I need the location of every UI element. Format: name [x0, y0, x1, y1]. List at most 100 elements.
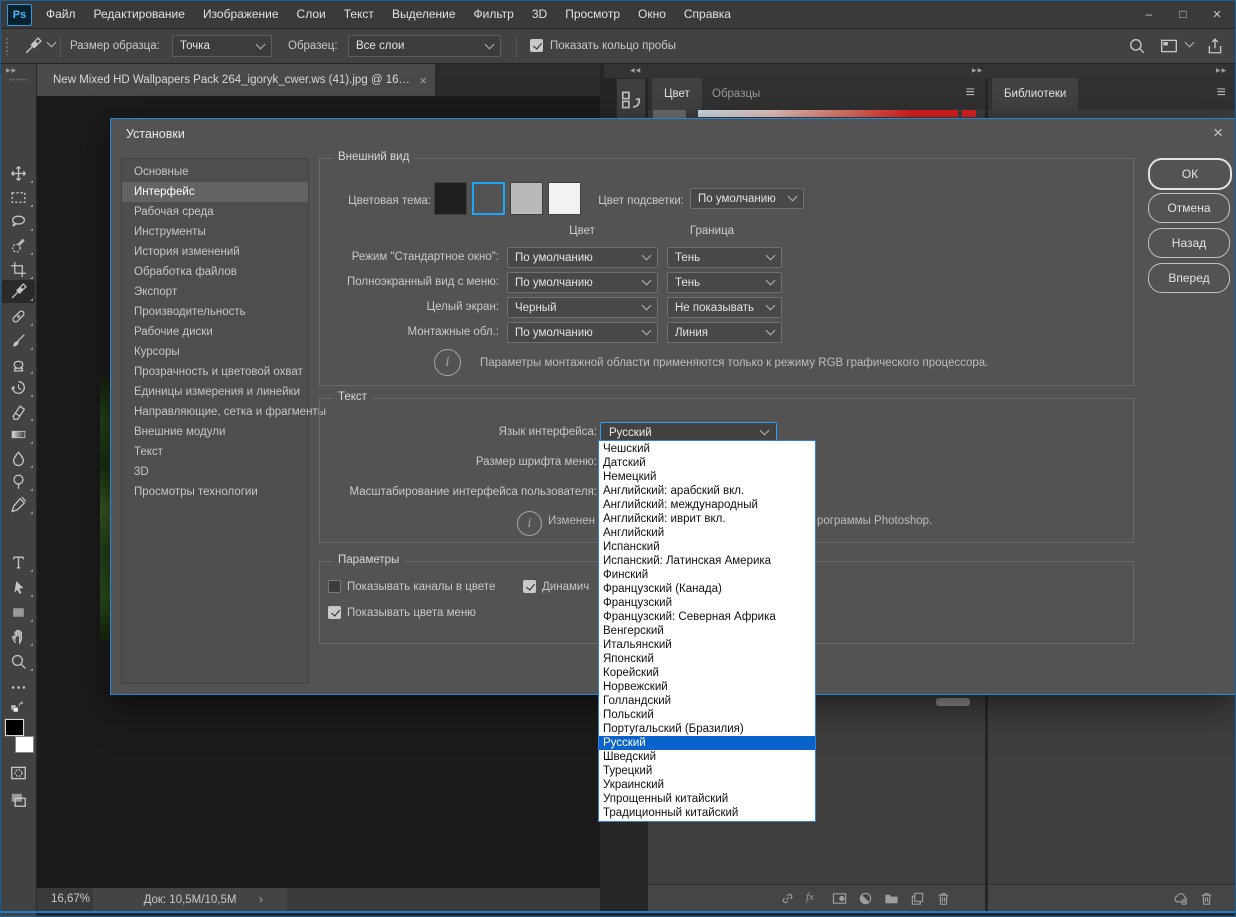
eraser-tool[interactable] — [2, 400, 35, 423]
language-option[interactable]: Традиционный китайский — [599, 806, 815, 820]
prefs-section-item[interactable]: Рабочая среда — [122, 202, 308, 222]
tab-color[interactable]: Цвет — [652, 78, 702, 110]
language-option[interactable]: Украинский — [599, 778, 815, 792]
folder-icon[interactable] — [884, 891, 899, 906]
language-option[interactable]: Польский — [599, 708, 815, 722]
lasso-tool[interactable] — [2, 210, 35, 233]
language-option[interactable]: Французский: Северная Африка — [599, 610, 815, 624]
fx-icon[interactable]: fx — [806, 891, 821, 906]
workspace-icon[interactable] — [1160, 37, 1178, 55]
prefs-section-item[interactable]: Прозрачность и цветовой охват — [122, 362, 308, 382]
quick-selection-tool[interactable] — [2, 234, 35, 257]
language-option[interactable]: Финский — [599, 568, 815, 582]
language-option[interactable]: Немецкий — [599, 470, 815, 484]
swap-colors-icon[interactable] — [6, 700, 28, 714]
sample-select[interactable]: Все слои — [348, 35, 501, 57]
chevron-down-icon[interactable] — [1185, 38, 1195, 48]
spot-healing-tool[interactable] — [2, 305, 35, 328]
language-option[interactable]: Упрощенный китайский — [599, 792, 815, 806]
zoom-tool[interactable] — [2, 650, 35, 673]
color-theme-swatch[interactable] — [472, 182, 505, 215]
blur-tool[interactable] — [2, 447, 35, 470]
collapse-left-icon[interactable]: ◀◀ — [630, 67, 641, 74]
adjustment-icon[interactable] — [858, 891, 873, 906]
checkbox[interactable] — [523, 580, 536, 593]
clone-stamp-tool[interactable] — [2, 353, 35, 376]
search-icon[interactable] — [1128, 37, 1146, 55]
collapse-right-icon[interactable]: ▶▶ — [1216, 67, 1227, 74]
tab-close-icon[interactable]: × — [419, 73, 427, 88]
scrollbar-thumb[interactable] — [936, 698, 970, 706]
brush-tool[interactable] — [2, 329, 35, 352]
layer-mask-icon[interactable] — [832, 891, 847, 906]
prefs-section-item[interactable]: 3D — [122, 462, 308, 482]
trash-icon[interactable] — [936, 891, 951, 906]
tab-libraries[interactable]: Библиотеки — [992, 78, 1078, 110]
language-option[interactable]: Турецкий — [599, 764, 815, 778]
language-option[interactable]: Португальский (Бразилия) — [599, 722, 815, 736]
color-theme-swatch[interactable] — [548, 182, 581, 215]
color-select[interactable]: По умолчанию — [507, 272, 658, 293]
language-option[interactable]: Норвежский — [599, 680, 815, 694]
menubar-item[interactable]: Редактирование — [94, 7, 185, 21]
menubar-item[interactable]: Справка — [684, 7, 731, 21]
language-option[interactable]: Испанский — [599, 540, 815, 554]
type-tool[interactable] — [2, 551, 35, 574]
prefs-section-item[interactable]: История изменений — [122, 242, 308, 262]
tab-swatches[interactable]: Образцы — [700, 78, 772, 110]
drag-handle[interactable] — [5, 37, 10, 55]
color-select[interactable]: По умолчанию — [507, 247, 658, 268]
history-brush-tool[interactable] — [2, 376, 35, 399]
language-option[interactable]: Голландский — [599, 694, 815, 708]
rectangular-marquee-tool[interactable] — [2, 186, 35, 209]
checkbox[interactable] — [328, 606, 341, 619]
checkbox[interactable] — [328, 580, 341, 593]
close-button[interactable]: × — [1200, 0, 1234, 28]
menubar-item[interactable]: 3D — [532, 7, 547, 21]
next-button[interactable]: Вперед — [1148, 263, 1230, 293]
toolbar-collapse-icon[interactable]: ▶▶ — [6, 67, 17, 74]
foreground-color-swatch[interactable] — [5, 719, 24, 736]
sample-size-select[interactable]: Точка — [172, 35, 272, 57]
language-option[interactable]: Шведский — [599, 750, 815, 764]
minimize-button[interactable]: – — [1132, 0, 1166, 28]
menubar-item[interactable]: Слои — [297, 7, 326, 21]
menubar-item[interactable]: Выделение — [392, 7, 456, 21]
document-size-indicator[interactable]: Док: 10,5М/10,5М — [93, 888, 287, 911]
crop-tool[interactable] — [2, 258, 35, 281]
prefs-section-item[interactable]: Рабочие диски — [122, 322, 308, 342]
trash-icon[interactable] — [1199, 891, 1214, 906]
language-option[interactable]: Датский — [599, 456, 815, 470]
language-option[interactable]: Корейский — [599, 666, 815, 680]
ok-button[interactable]: ОК — [1148, 158, 1232, 190]
prefs-section-item[interactable]: Единицы измерения и линейки — [122, 382, 308, 402]
language-option[interactable]: Русский — [599, 736, 815, 750]
eyedropper-tool[interactable] — [2, 280, 35, 303]
foreground-background-swatches[interactable] — [5, 719, 33, 753]
path-selection-tool[interactable] — [2, 576, 35, 599]
color-ramp[interactable] — [698, 110, 958, 117]
pen-tool[interactable] — [2, 493, 35, 516]
cancel-button[interactable]: Отмена — [1148, 193, 1230, 223]
prefs-section-item[interactable]: Экспорт — [122, 282, 308, 302]
color-select[interactable]: По умолчанию — [507, 322, 658, 343]
status-chevron-icon[interactable]: › — [259, 892, 263, 906]
hand-tool[interactable] — [2, 625, 35, 648]
language-option[interactable]: Английский: иврит вкл. — [599, 512, 815, 526]
document-tab[interactable]: New Mixed HD Wallpapers Pack 264_igoryk_… — [37, 64, 435, 96]
language-option[interactable]: Французский — [599, 596, 815, 610]
border-select[interactable]: Тень — [667, 247, 782, 268]
menubar-item[interactable]: Просмотр — [565, 7, 620, 21]
prev-button[interactable]: Назад — [1148, 228, 1230, 258]
panel-menu-icon[interactable]: ≡ — [1217, 84, 1226, 102]
dialog-close-icon[interactable]: × — [1213, 123, 1223, 143]
prefs-section-item[interactable]: Текст — [122, 442, 308, 462]
language-option[interactable]: Английский: арабский вкл. — [599, 484, 815, 498]
collapse-right-icon[interactable]: ▶▶ — [972, 67, 983, 74]
show-sampling-ring-checkbox[interactable] — [530, 39, 543, 52]
menubar-item[interactable]: Файл — [46, 7, 76, 21]
screen-mode-icon[interactable] — [8, 791, 29, 809]
chevron-down-icon[interactable] — [47, 38, 57, 48]
language-option[interactable]: Французский (Канада) — [599, 582, 815, 596]
language-option[interactable]: Английский — [599, 526, 815, 540]
